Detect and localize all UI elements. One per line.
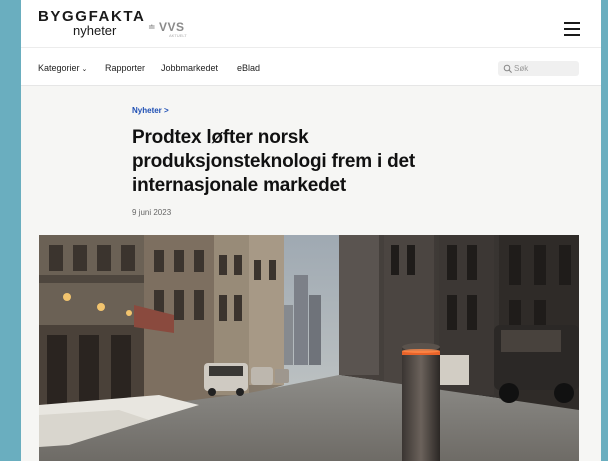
hero-image <box>39 235 579 461</box>
nav-item-kategorier[interactable]: Kategorier ⌄ <box>38 63 87 75</box>
page: BYGGFAKTA nyheter ≐ VVS AKTUELT Kategori… <box>21 0 601 461</box>
vvs-partner-logo[interactable]: ≐ VVS AKTUELT <box>148 20 208 38</box>
partner-name: VVS <box>159 20 185 34</box>
nav-item-eblad[interactable]: eBlad <box>237 63 260 73</box>
chevron-down-icon: ⌄ <box>81 66 88 73</box>
top-header: BYGGFAKTA nyheter ≐ VVS AKTUELT <box>21 0 601 48</box>
logo-brand-sub: nyheter <box>73 23 117 38</box>
byggfakta-logo[interactable]: BYGGFAKTA nyheter <box>38 9 146 43</box>
nav-item-label: Kategorier <box>38 63 80 73</box>
partner-subtitle: AKTUELT <box>169 33 187 38</box>
article-date: 9 juni 2023 <box>132 208 172 217</box>
city-street-photo <box>39 235 579 461</box>
article-title: Prodtex løfter norsk produksjonsteknolog… <box>132 127 416 196</box>
breadcrumb[interactable]: Nyheter > <box>132 106 169 115</box>
magnifier-icon <box>503 64 512 73</box>
partner-glyph-icon: ≐ <box>148 22 156 32</box>
nav-item-jobbmarkedet[interactable]: Jobbmarkedet <box>161 63 218 73</box>
nav-item-rapporter[interactable]: Rapporter <box>105 63 145 73</box>
hamburger-menu-icon[interactable] <box>564 22 580 36</box>
